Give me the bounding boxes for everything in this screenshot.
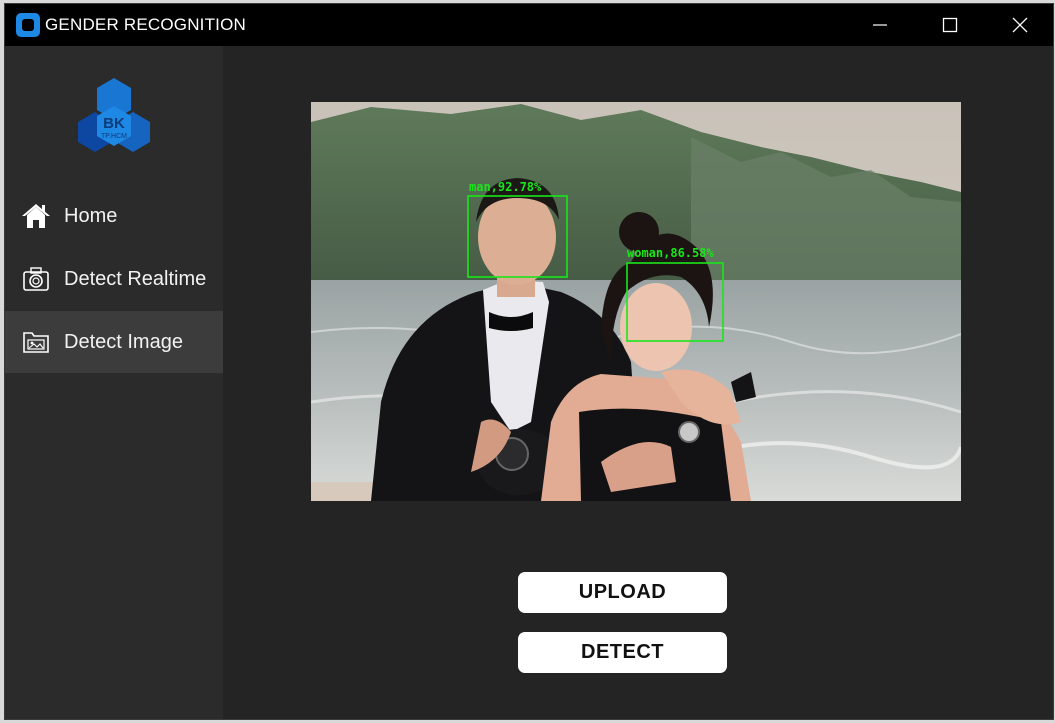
detection-label-woman: woman,86.58%: [627, 246, 714, 260]
maximize-button[interactable]: [915, 4, 985, 46]
close-icon: [1012, 17, 1028, 33]
detect-button[interactable]: DETECT: [518, 632, 727, 673]
sidebar-item-home[interactable]: Home: [5, 185, 223, 247]
minimize-icon: [873, 24, 887, 26]
app-window: GENDER RECOGNITION BK TP.HCM Home Detect…: [4, 3, 1054, 720]
upload-button[interactable]: UPLOAD: [518, 572, 727, 613]
app-icon: [16, 13, 40, 37]
window-title: GENDER RECOGNITION: [45, 15, 247, 34]
detection-label-man: man,92.78%: [469, 180, 542, 194]
maximize-icon: [942, 17, 958, 33]
folder-image-icon: [20, 326, 52, 358]
sidebar: BK TP.HCM Home Detect Realtime Detect Im…: [5, 46, 223, 719]
logo-text: BK: [103, 115, 125, 132]
home-icon: [20, 200, 52, 232]
result-image: man,92.78% woman,86.58%: [311, 102, 961, 501]
sidebar-item-label: Detect Realtime: [64, 267, 207, 290]
close-button[interactable]: [985, 4, 1053, 46]
sidebar-item-label: Home: [64, 204, 118, 227]
main-panel: man,92.78% woman,86.58% UPLOAD DETECT: [223, 46, 1053, 719]
sidebar-item-detect-image[interactable]: Detect Image: [5, 311, 223, 373]
minimize-button[interactable]: [845, 4, 915, 46]
sidebar-item-detect-realtime[interactable]: Detect Realtime: [5, 248, 223, 310]
camera-icon: [20, 263, 52, 295]
sidebar-item-label: Detect Image: [64, 330, 183, 353]
bk-logo: BK TP.HCM: [78, 78, 150, 152]
title-bar[interactable]: GENDER RECOGNITION: [5, 4, 1053, 46]
logo-subtext: TP.HCM: [101, 133, 127, 140]
